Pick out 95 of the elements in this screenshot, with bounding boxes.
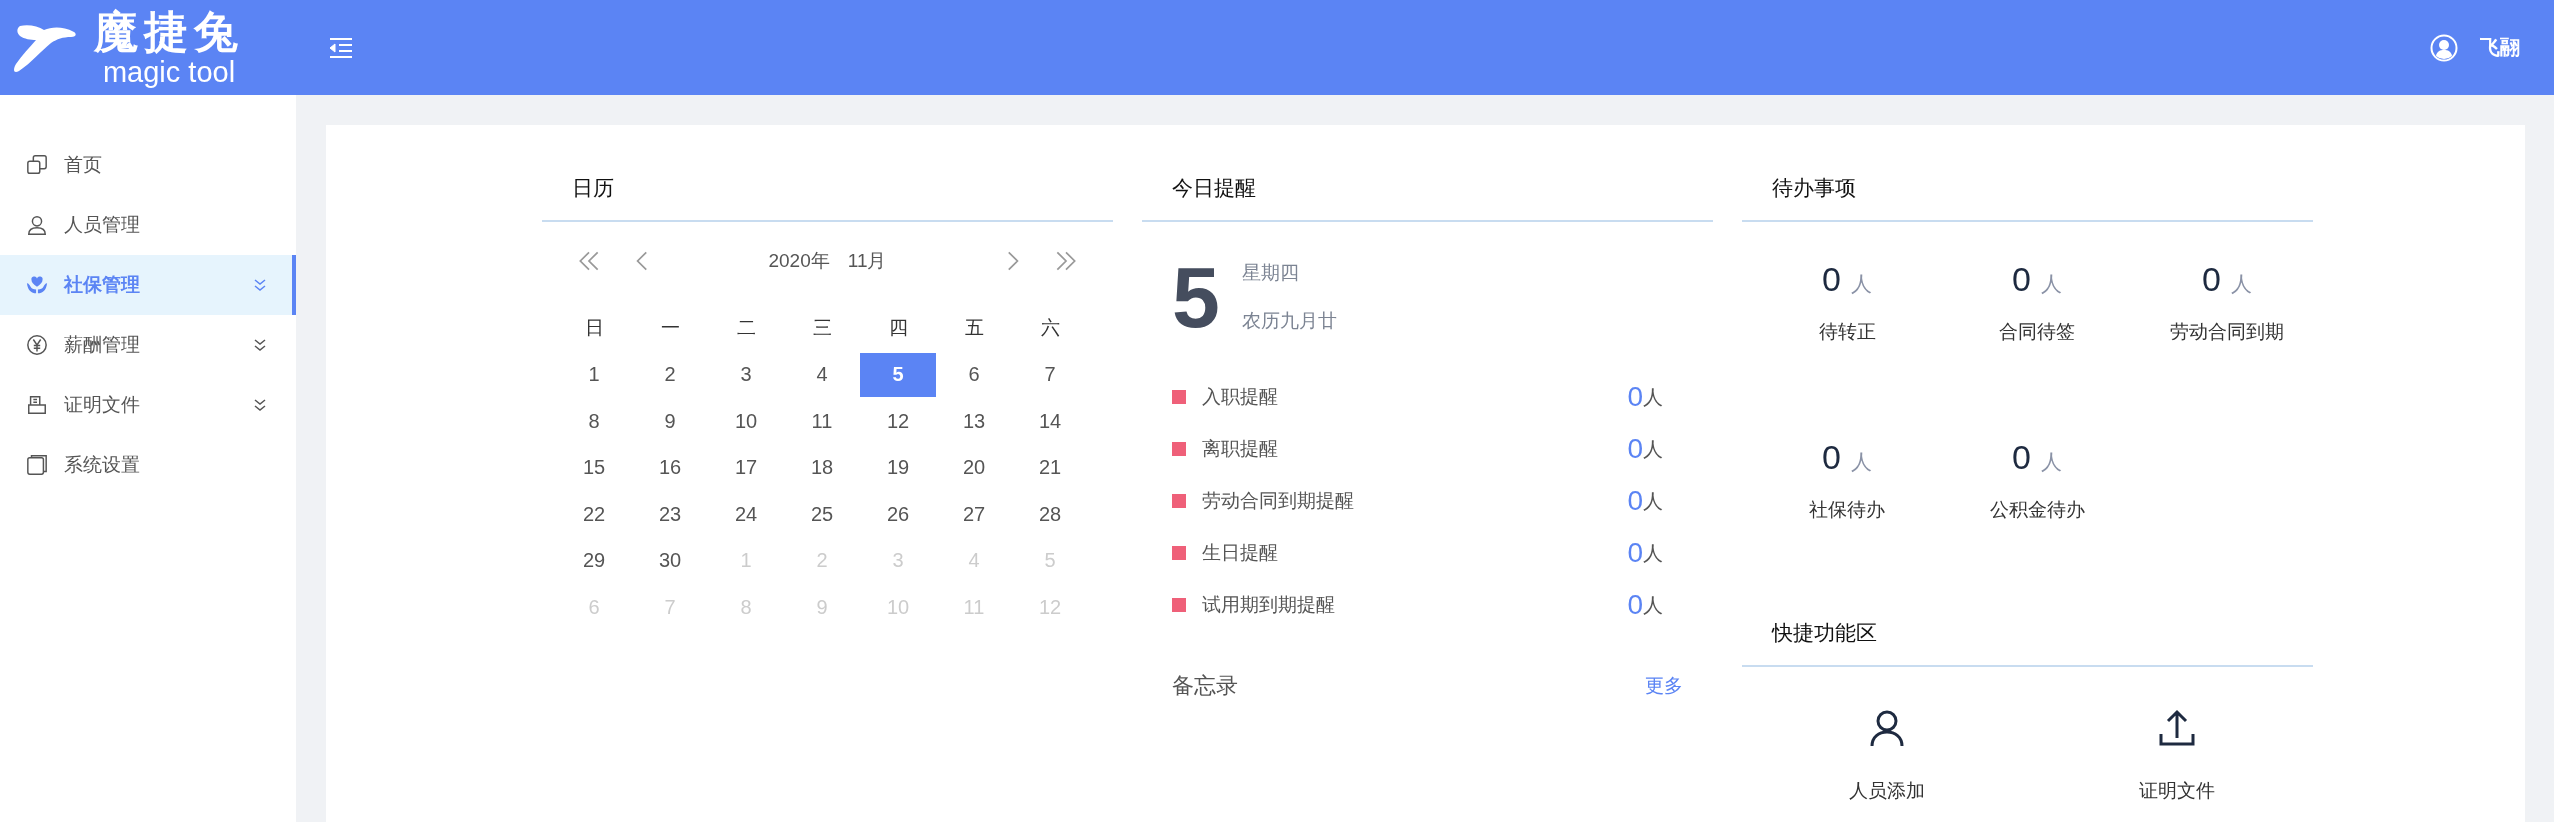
todo-count: 0 <box>1822 438 1841 477</box>
weekday-label: 二 <box>736 316 756 341</box>
calendar-day[interactable]: 4 <box>784 352 860 397</box>
reminder-label: 劳动合同到期提醒 <box>1202 489 1355 513</box>
calendar-day[interactable]: 20 <box>936 445 1012 490</box>
calendar-day[interactable]: 27 <box>936 492 1012 537</box>
calendar-day[interactable]: 30 <box>632 538 708 583</box>
calendar-day[interactable]: 24 <box>708 492 784 537</box>
memo-title: 备忘录 <box>1172 672 1238 700</box>
reminder-unit: 人 <box>1643 384 1663 410</box>
weekday-label: 五 <box>964 316 984 341</box>
calendar-day[interactable]: 2 <box>632 352 708 397</box>
calendar-day[interactable]: 16 <box>632 445 708 490</box>
calendar-day[interactable]: 13 <box>936 399 1012 444</box>
calendar-day[interactable]: 10 <box>708 399 784 444</box>
calendar-day[interactable]: 29 <box>556 538 632 583</box>
weekday-label: 日 <box>584 316 604 341</box>
quick-action-button[interactable]: 证明文件 <box>2032 707 2322 805</box>
section-title: 日历 <box>542 155 1113 222</box>
more-link[interactable]: 更多 <box>1645 673 1683 699</box>
section-title: 今日提醒 <box>1142 155 1713 222</box>
calendar-day[interactable]: 11 <box>784 399 860 444</box>
todo-label: 公积金待办 <box>1989 498 2085 522</box>
todo-unit: 人 <box>2230 271 2252 297</box>
calendar-day[interactable]: 14 <box>1012 399 1088 444</box>
reminder-count: 0 <box>1627 589 1643 621</box>
todo-unit: 人 <box>1850 271 1872 297</box>
reminder-unit: 人 <box>1643 592 1663 618</box>
weekday-label: 四 <box>888 316 908 341</box>
todo-label: 待转正 <box>1818 320 1876 344</box>
stacked-square-icon <box>26 454 48 476</box>
todo-count: 0 <box>2012 260 2031 299</box>
weekday-text: 星期四 <box>1241 261 1300 285</box>
reminder-label: 生日提醒 <box>1202 541 1279 565</box>
logo-subtitle: magic tool <box>102 55 236 88</box>
bullet-icon <box>1172 442 1186 456</box>
calendar-day[interactable]: 21 <box>1012 445 1088 490</box>
calendar-day[interactable]: 26 <box>860 492 936 537</box>
calendar-day[interactable]: 9 <box>632 399 708 444</box>
calendar-day[interactable]: 6 <box>936 352 1012 397</box>
reminder-label: 试用期到期提醒 <box>1202 593 1336 617</box>
calendar-day[interactable]: 19 <box>860 445 936 490</box>
section-title: 待办事项 <box>1742 155 2313 222</box>
calendar-day[interactable]: 22 <box>556 492 632 537</box>
calendar-day[interactable]: 3 <box>708 352 784 397</box>
bullet-icon <box>1172 546 1186 560</box>
reminder-unit: 人 <box>1643 540 1663 566</box>
reminder-count: 0 <box>1627 433 1643 465</box>
calendar-day[interactable]: 25 <box>784 492 860 537</box>
calendar-day[interactable]: 17 <box>708 445 784 490</box>
calendar-day[interactable]: 1 <box>556 352 632 397</box>
document-icon <box>26 394 48 416</box>
todo-label: 合同待签 <box>1999 320 2075 344</box>
bullet-icon <box>1172 494 1186 508</box>
bullet-icon <box>1172 390 1186 404</box>
section-title: 快捷功能区 <box>1742 600 2313 667</box>
todo-unit: 人 <box>2040 271 2062 297</box>
reminder-count: 0 <box>1627 485 1643 517</box>
todo-unit: 人 <box>2040 449 2062 475</box>
calendar-day[interactable]: 18 <box>784 445 860 490</box>
reminder-label: 离职提醒 <box>1202 437 1279 461</box>
calendar-day[interactable]: 7 <box>1012 352 1088 397</box>
lunar-date: 农历九月廿 <box>1241 309 1337 333</box>
logo-title: 魔捷兔 <box>94 7 244 56</box>
calendar-day[interactable]: 23 <box>632 492 708 537</box>
reminder-unit: 人 <box>1643 436 1663 462</box>
weekday-label: 一 <box>660 316 680 341</box>
calendar-day[interactable]: 12 <box>860 399 936 444</box>
weekday-label: 三 <box>812 316 832 341</box>
quick-action-button[interactable]: 人员添加 <box>1742 707 2032 805</box>
month-label: 11月 <box>847 249 887 273</box>
pages-icon <box>26 154 48 176</box>
person-icon <box>26 214 48 236</box>
year-label: 2020年 <box>768 249 830 273</box>
todo-unit: 人 <box>1850 449 1872 475</box>
todo-count: 0 <box>1822 260 1841 299</box>
reminder-label: 入职提醒 <box>1202 385 1279 409</box>
heart-hands-icon <box>26 274 48 296</box>
weekday-label: 六 <box>1040 316 1060 341</box>
todo-count: 0 <box>2202 260 2221 299</box>
today-date: 5 <box>1172 254 1220 340</box>
calendar-day[interactable]: 8 <box>556 399 632 444</box>
reminder-count: 0 <box>1627 537 1643 569</box>
menu-collapse-icon <box>328 35 354 60</box>
todo-label: 社保待办 <box>1809 498 1885 522</box>
user-avatar-icon <box>2430 33 2458 62</box>
todo-count: 0 <box>2012 438 2031 477</box>
reminder-unit: 人 <box>1643 488 1663 514</box>
todo-label: 劳动合同到期 <box>2170 320 2284 344</box>
upload-icon <box>2157 708 2197 748</box>
yen-icon <box>26 334 48 356</box>
calendar-day[interactable]: 15 <box>556 445 632 490</box>
reminder-count: 0 <box>1627 381 1643 413</box>
calendar-day[interactable]: 28 <box>1012 492 1088 537</box>
bullet-icon <box>1172 598 1186 612</box>
